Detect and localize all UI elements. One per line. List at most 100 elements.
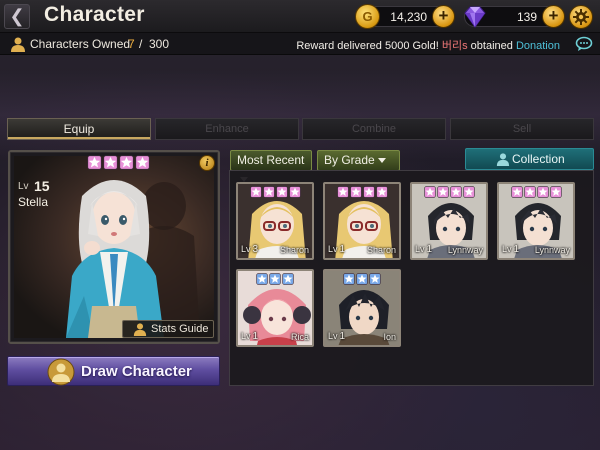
star-icon — [249, 186, 262, 198]
gem-counter: 139 + — [461, 4, 565, 29]
settings-button[interactable] — [569, 5, 593, 29]
character-card[interactable]: Lv 1 Ion — [323, 269, 401, 347]
chat-icon[interactable] — [575, 36, 593, 52]
owned-count: 7 — [128, 37, 135, 51]
card-stars — [325, 273, 399, 285]
add-gold-button[interactable]: + — [432, 5, 455, 28]
star-icon — [262, 186, 275, 198]
card-name: Lynnway — [447, 245, 483, 255]
character-card[interactable]: Lv 1 Lynnway — [410, 182, 488, 260]
gear-icon — [573, 9, 589, 25]
card-level: Lv 1 — [241, 331, 259, 342]
top-bar: ❮ Character G 14,230 + 139 + — [0, 0, 600, 33]
card-name: Lynnway — [534, 245, 570, 255]
star-icon — [343, 273, 355, 285]
notification-ticker: Reward delivered 5000 Gold! 버리s obtained… — [296, 37, 560, 53]
owned-separator: / — [139, 37, 143, 51]
star-icon — [275, 186, 288, 198]
star-icon — [336, 186, 349, 198]
tab-sell[interactable]: Sell — [450, 118, 594, 140]
star-icon — [349, 186, 362, 198]
card-name: Rica — [290, 332, 309, 342]
gem-icon — [461, 4, 489, 29]
card-stars — [238, 186, 312, 198]
star-icon — [536, 186, 549, 198]
chevron-down-icon — [377, 158, 386, 164]
back-button[interactable]: ❮ — [4, 4, 30, 29]
card-level: Lv 1 — [502, 244, 520, 255]
character-name: Stella — [18, 195, 49, 209]
ticker-prefix: Reward delivered 5000 Gold! — [296, 40, 439, 52]
gem-value: 139 — [516, 10, 537, 24]
star-icon — [423, 186, 436, 198]
ticker-action: Donation — [515, 40, 560, 52]
card-level: Lv 1 — [328, 244, 346, 255]
card-name: Sharon — [279, 245, 309, 255]
star-icon — [510, 186, 523, 198]
card-name: Sharon — [366, 245, 396, 255]
gold-value: 14,230 — [390, 10, 427, 24]
card-name: Ion — [383, 332, 396, 342]
star-icon — [436, 186, 449, 198]
grade-dropdown[interactable]: By Grade — [317, 150, 400, 171]
card-stars — [325, 186, 399, 198]
status-bar: Characters Owned 7 / 300 Reward delivere… — [0, 33, 600, 55]
card-stars — [238, 273, 312, 285]
star-icon — [362, 186, 375, 198]
card-level: Lv 3 — [241, 244, 259, 255]
level-label: Lv — [18, 181, 29, 192]
sort-dropdown[interactable]: Most Recent — [230, 150, 312, 183]
star-icon — [462, 186, 475, 198]
stats-guide-label: Stats Guide — [151, 323, 209, 335]
character-card[interactable]: Lv 1 Sharon — [323, 182, 401, 260]
star-icon — [549, 186, 562, 198]
card-stars — [412, 186, 486, 198]
level-value: 15 — [34, 178, 50, 194]
tab-equip[interactable]: Equip — [7, 118, 151, 140]
star-icon — [87, 155, 102, 170]
stats-guide-button[interactable]: Stats Guide — [122, 320, 214, 338]
collection-button[interactable]: Collection — [465, 148, 594, 170]
selected-stars — [87, 155, 150, 170]
person-icon — [496, 153, 510, 166]
owned-max: 300 — [149, 37, 170, 51]
card-stars — [499, 186, 573, 198]
card-level: Lv 1 — [328, 331, 346, 342]
add-gems-button[interactable]: + — [542, 5, 565, 28]
character-card[interactable]: Lv 1 Rica — [236, 269, 314, 347]
background-streak — [0, 70, 600, 160]
draw-character-label: Draw Character — [81, 363, 192, 380]
gold-counter: G 14,230 + — [355, 4, 455, 29]
star-icon — [103, 155, 118, 170]
info-icon[interactable]: i — [199, 155, 215, 171]
star-icon — [369, 273, 381, 285]
star-icon — [282, 273, 294, 285]
star-icon — [119, 155, 134, 170]
page-title: Character — [44, 3, 145, 26]
star-icon — [375, 186, 388, 198]
star-icon — [356, 273, 368, 285]
summon-icon — [47, 358, 75, 386]
sort-label: Most Recent — [237, 153, 305, 167]
tab-enhance[interactable]: Enhance — [155, 118, 299, 140]
person-icon — [11, 37, 25, 52]
tab-combine[interactable]: Combine — [302, 118, 446, 140]
ticker-player-name: 버리s — [441, 40, 468, 52]
star-icon — [288, 186, 301, 198]
star-icon — [523, 186, 536, 198]
draw-character-button[interactable]: Draw Character — [7, 356, 220, 386]
ticker-middle: obtained — [470, 40, 513, 52]
star-icon — [256, 273, 268, 285]
back-arrow-icon: ❮ — [9, 6, 25, 26]
gold-coin-icon: G — [355, 4, 380, 29]
selected-character-card: Lv 15 Stella i Stats Guide — [8, 150, 220, 344]
card-level: Lv 1 — [415, 244, 433, 255]
collection-label: Collection — [512, 152, 565, 166]
owned-label: Characters Owned — [30, 37, 131, 51]
person-icon — [133, 323, 147, 336]
star-icon — [269, 273, 281, 285]
character-card[interactable]: Lv 1 Lynnway — [497, 182, 575, 260]
star-icon — [135, 155, 150, 170]
character-card[interactable]: Lv 3 Sharon — [236, 182, 314, 260]
star-icon — [449, 186, 462, 198]
